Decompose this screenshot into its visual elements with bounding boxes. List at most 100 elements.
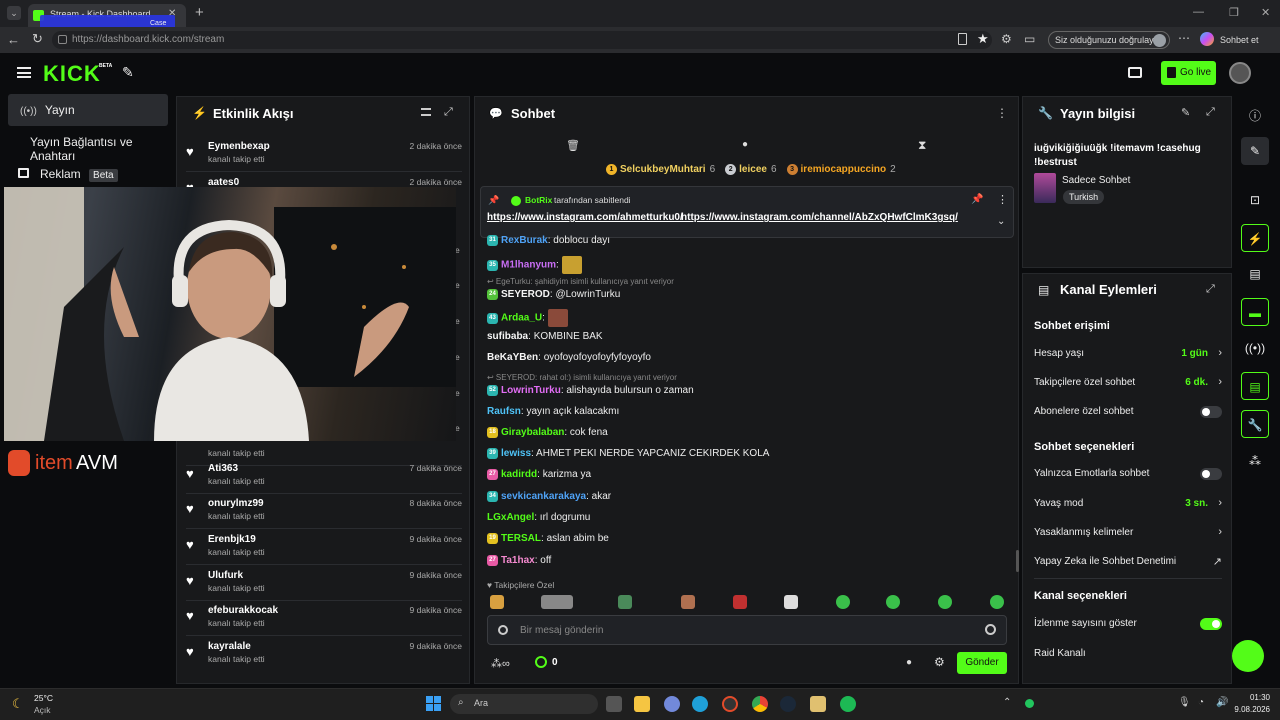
- reload-icon[interactable]: ↻: [32, 31, 43, 47]
- chat-message[interactable]: 39 lewiss: AHMET PEKI NERDE YAPCANIZ CEKI…: [487, 448, 769, 459]
- chat-message[interactable]: 27 Ta1hax: off: [487, 555, 551, 566]
- activity-rail-icon[interactable]: ⚡: [1241, 224, 1269, 252]
- sidebar-item-ads[interactable]: Reklam Beta: [8, 158, 168, 190]
- emote-button[interactable]: [990, 595, 1004, 609]
- pinned-more-icon[interactable]: ⋮: [997, 193, 1008, 206]
- chat-username[interactable]: lewiss: [501, 448, 531, 459]
- pinned-by-user[interactable]: BotRix: [525, 195, 552, 205]
- tab-list-button[interactable]: ⌄: [7, 6, 21, 20]
- notes-app-icon[interactable]: [810, 696, 826, 712]
- pinned-link-2[interactable]: https://www.instagram.com/channel/AbZxQH…: [681, 212, 958, 223]
- emote-button[interactable]: [938, 595, 952, 609]
- leader-name[interactable]: SelcukbeyMuhtari: [620, 164, 706, 175]
- subs-chat-toggle[interactable]: [1200, 406, 1222, 418]
- screenshot-icon[interactable]: ⊡: [1241, 186, 1269, 214]
- reading-mode-icon[interactable]: [958, 33, 967, 45]
- chat-username[interactable]: sufibaba: [487, 331, 528, 342]
- category-name[interactable]: Sadece Sohbet: [1062, 175, 1130, 186]
- chat-more-icon[interactable]: ⋮: [996, 106, 1008, 120]
- popout-icon[interactable]: ⤢: [444, 106, 453, 119]
- wrench-rail-icon[interactable]: 🔧: [1241, 410, 1269, 438]
- emote-button[interactable]: [541, 595, 573, 609]
- chat-rail-icon[interactable]: ▬: [1241, 298, 1269, 326]
- chat-username[interactable]: Ta1hax: [501, 555, 535, 566]
- chat-username[interactable]: Giraybalaban: [501, 427, 564, 438]
- notes-icon[interactable]: ▤: [1241, 260, 1269, 288]
- chat-rules-icon[interactable]: ●: [906, 657, 912, 668]
- chat-username[interactable]: RexBurak: [501, 235, 548, 246]
- maximize-icon[interactable]: ❐: [1229, 6, 1239, 19]
- extensions-icon[interactable]: ⚙: [1001, 32, 1012, 46]
- account-age-row[interactable]: Hesap yaşı 1 gün ›: [1034, 347, 1222, 359]
- url-bar[interactable]: https://dashboard.kick.com/stream: [52, 31, 992, 49]
- chat-message[interactable]: 27 kadirdd: karizma ya: [487, 469, 591, 480]
- copilot-icon[interactable]: [1200, 32, 1214, 46]
- followers-chat-row[interactable]: Takipçilere özel sohbet 6 dk. ›: [1034, 376, 1222, 388]
- feed-username[interactable]: Ati363: [208, 463, 238, 474]
- tray-app-icon[interactable]: [1025, 699, 1034, 708]
- pinned-link-1[interactable]: https://www.instagram.com/ahmetturku0/: [487, 212, 683, 223]
- tools-icon[interactable]: ✎: [122, 64, 134, 81]
- back-icon[interactable]: ←: [7, 32, 20, 47]
- sidebar-item-stream-key[interactable]: Yayın Bağlantısı ve Anahtarı: [8, 126, 168, 163]
- chat-scrollbar[interactable]: [1016, 550, 1019, 572]
- hamburger-menu-icon[interactable]: [17, 67, 31, 78]
- chrome-icon[interactable]: [752, 696, 768, 712]
- chat-message[interactable]: 31 RexBurak: doblocu dayı: [487, 235, 610, 246]
- copilot-label[interactable]: Sohbet et: [1220, 35, 1259, 45]
- favorite-star-icon[interactable]: ★: [977, 31, 989, 47]
- chat-message[interactable]: 34 sevkicankarakaya: akar: [487, 491, 611, 502]
- wifi-icon[interactable]: ◔: [1198, 697, 1204, 708]
- emote-button[interactable]: [886, 595, 900, 609]
- feed-username[interactable]: kayralale: [208, 641, 251, 652]
- weather-temp[interactable]: 25°C: [34, 693, 53, 703]
- expand-chevron-icon[interactable]: ⌄: [997, 216, 1005, 227]
- emote-button[interactable]: [490, 595, 504, 609]
- filter-icon[interactable]: [421, 108, 431, 116]
- slow-mode-row[interactable]: Yavaş mod 3 sn. ›: [1034, 497, 1222, 509]
- feed-username[interactable]: efeburakkocak: [208, 605, 278, 616]
- chat-username[interactable]: LGxAngel: [487, 512, 534, 523]
- site-info-icon[interactable]: [58, 35, 67, 44]
- emote-button[interactable]: [836, 595, 850, 609]
- leader-name[interactable]: iremiocappuccino: [801, 164, 887, 175]
- steam-icon[interactable]: [780, 696, 796, 712]
- broadcast-rail-icon[interactable]: ((•)): [1241, 334, 1269, 362]
- chat-input[interactable]: Bir mesaj gönderin: [487, 615, 1007, 645]
- chat-username[interactable]: Raufsn: [487, 406, 521, 417]
- chat-username[interactable]: Ardaa_U: [501, 313, 542, 324]
- hourglass-icon[interactable]: ⧗: [918, 138, 926, 153]
- new-tab-button[interactable]: +: [195, 4, 204, 21]
- close-tab-icon[interactable]: ✕: [168, 8, 176, 19]
- feed-username[interactable]: Eymenbexap: [208, 141, 270, 152]
- raid-row[interactable]: Raid Kanalı: [1034, 648, 1222, 659]
- channel-actions-popout-icon[interactable]: ⤢: [1206, 283, 1215, 296]
- split-screen-icon[interactable]: ▭: [1024, 32, 1035, 46]
- more-menu-icon[interactable]: ⋯: [1178, 31, 1190, 45]
- chat-username[interactable]: sevkicankarakaya: [501, 491, 586, 502]
- file-explorer-icon[interactable]: [634, 696, 650, 712]
- edit-icon[interactable]: ✎: [1181, 106, 1190, 119]
- emote-button[interactable]: [681, 595, 695, 609]
- sidebar-item-stream[interactable]: ((•)) Yayın: [8, 94, 168, 126]
- windows-start-icon[interactable]: [426, 696, 441, 711]
- close-window-icon[interactable]: ✕: [1261, 6, 1270, 19]
- clock-time[interactable]: 01:30: [1238, 693, 1270, 702]
- chat-message[interactable]: 35 M1lhanyum:: [487, 256, 582, 274]
- chat-username[interactable]: kadirdd: [501, 469, 537, 480]
- chat-username[interactable]: BeKaYBen: [487, 352, 538, 363]
- help-fab-button[interactable]: [1232, 640, 1264, 672]
- edge-icon[interactable]: [692, 696, 708, 712]
- leader-name[interactable]: leicee: [739, 164, 767, 175]
- emoji-picker-icon[interactable]: [985, 624, 996, 635]
- chat-message[interactable]: 18 Giraybalaban: cok fena: [487, 427, 608, 438]
- chat-message[interactable]: 52 LowrinTurku: alishayıda bulursun o zam…: [487, 385, 694, 396]
- feed-row[interactable]: ♥ kayralale kanalı takip etti 9 dakika önce: [186, 640, 462, 676]
- channel-actions-rail-icon[interactable]: ▤: [1241, 372, 1269, 400]
- chat-username[interactable]: SEYEROD: [501, 289, 550, 300]
- go-live-button[interactable]: Go live: [1161, 61, 1216, 85]
- chat-username[interactable]: LowrinTurku: [501, 385, 561, 396]
- chat-message[interactable]: LGxAngel: ırl dogrumu: [487, 512, 590, 523]
- chat-message[interactable]: sufibaba: KOMBINE BAK: [487, 331, 603, 342]
- chat-message[interactable]: Raufsn: yayın açık kalacakmı: [487, 406, 619, 417]
